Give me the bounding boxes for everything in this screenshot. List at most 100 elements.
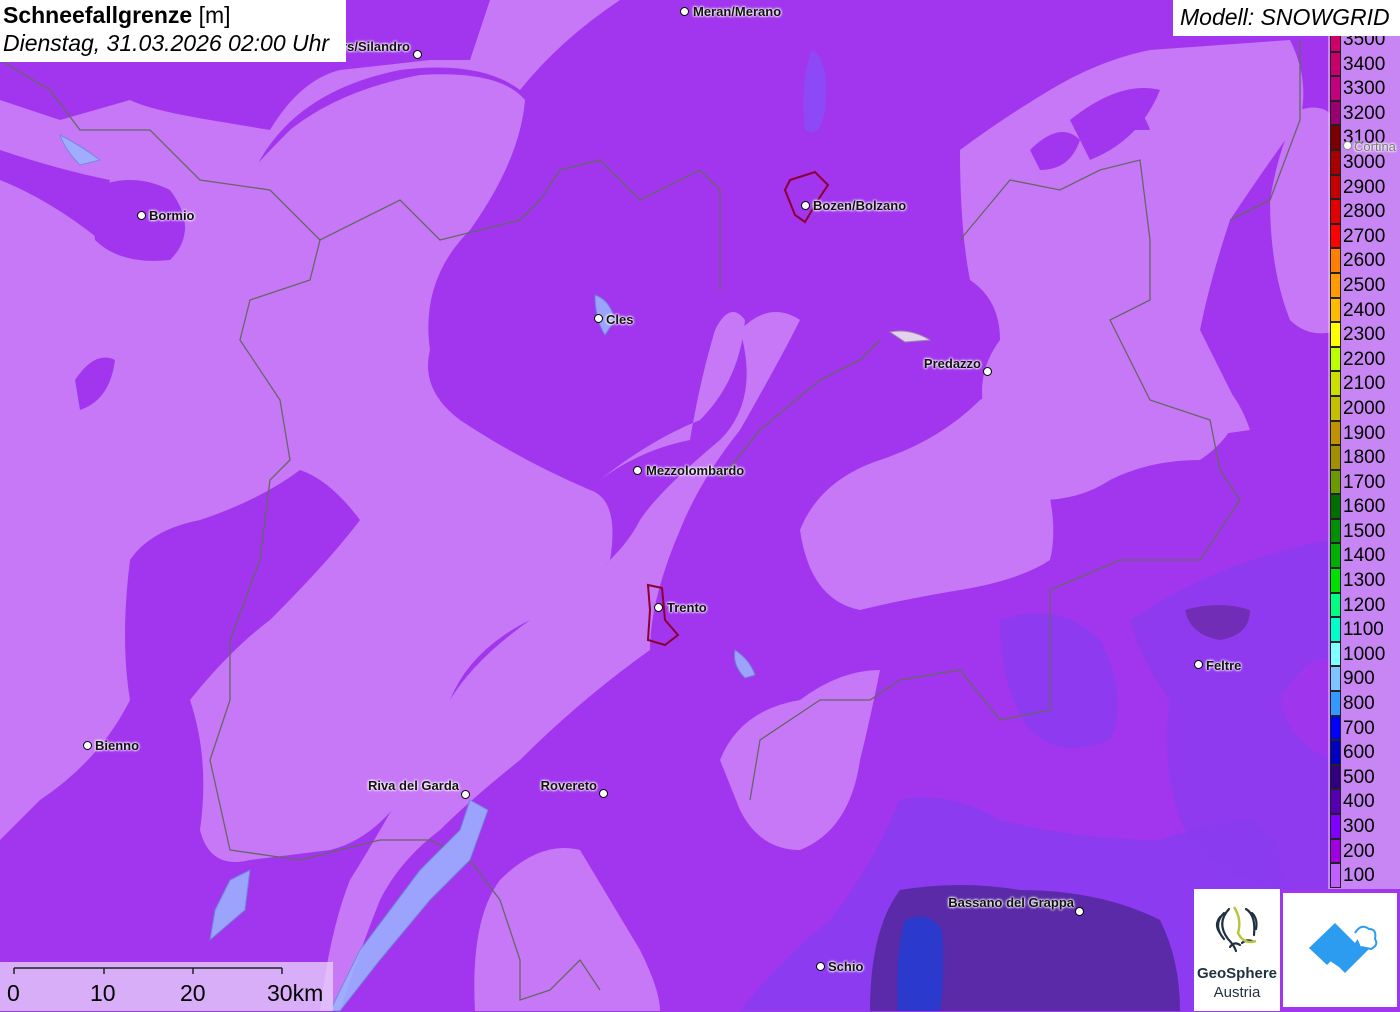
city-dot	[816, 962, 825, 971]
legend-swatch	[1330, 223, 1341, 249]
legend-swatch	[1330, 568, 1341, 593]
city-label-rovereto: Rovereto	[540, 778, 597, 793]
legend-swatch	[1330, 51, 1341, 77]
legend-entry: 600	[1330, 740, 1400, 765]
legend-entry: 1700	[1330, 469, 1400, 495]
legend-value: 2100	[1343, 373, 1386, 395]
legend-value: 3300	[1343, 78, 1386, 100]
legend-entry: 2100	[1330, 371, 1400, 396]
legend-entry: 3400	[1330, 51, 1400, 77]
legend-entry: 2200	[1330, 346, 1400, 372]
legend-value: 3000	[1343, 151, 1386, 173]
legend-swatch	[1330, 764, 1341, 790]
title-box: Schneefallgrenze [m] Dienstag, 31.03.202…	[0, 0, 346, 62]
city-label-bolzano: Bozen/Bolzano	[813, 198, 907, 213]
legend-value: 2400	[1343, 299, 1386, 321]
legend-entry: 300	[1330, 814, 1400, 839]
city-label-merano: Meran/Merano	[693, 4, 782, 19]
city-dot	[1343, 141, 1352, 150]
legend-swatch	[1330, 272, 1341, 298]
legend-entry: 1300	[1330, 568, 1400, 593]
legend-value: 2600	[1343, 250, 1386, 272]
legend-entry: 200	[1330, 838, 1400, 864]
legend-entry: 3200	[1330, 100, 1400, 126]
scale-label: 10	[90, 980, 116, 1006]
legend-entry: 2300	[1330, 322, 1400, 347]
legend-value: 1100	[1343, 619, 1384, 641]
legend-entry: 1000	[1330, 641, 1400, 667]
legend-value: 1500	[1343, 520, 1386, 542]
legend-swatch	[1330, 199, 1341, 224]
city-label-trento: Trento	[667, 600, 707, 615]
legend-value: 1300	[1343, 570, 1386, 592]
legend-entry: 1900	[1330, 420, 1400, 446]
legend-entry: 1200	[1330, 592, 1400, 618]
city-dot	[983, 367, 992, 376]
legend-value: 1000	[1343, 643, 1386, 665]
city-label-riva-del-garda: Riva del Garda	[367, 778, 459, 793]
map-datetime: Dienstag, 31.03.2026 02:00 Uhr	[3, 30, 330, 56]
legend-swatch	[1330, 592, 1341, 618]
legend-swatch	[1330, 641, 1341, 667]
legend-entry: 2500	[1330, 272, 1400, 298]
scale-label: 30km	[267, 980, 324, 1006]
legend-value: 1200	[1343, 594, 1386, 616]
legend-value: 600	[1343, 742, 1375, 764]
legend-swatch	[1330, 617, 1341, 642]
legend-swatch	[1330, 420, 1341, 446]
legend-entry: 1500	[1330, 518, 1400, 544]
city-label-cles: Cles	[606, 312, 634, 327]
legend-swatch	[1330, 543, 1341, 569]
legend-swatch	[1330, 469, 1341, 495]
legend-swatch	[1330, 346, 1341, 372]
legend-value: 800	[1343, 693, 1375, 715]
scale-bar: 0 10 20 30km	[0, 962, 333, 1011]
legend-swatch	[1330, 494, 1341, 519]
city-dot	[801, 201, 810, 210]
city-dot	[413, 50, 422, 59]
city-label-schio: Schio	[828, 959, 864, 974]
legend-entry: 2600	[1330, 248, 1400, 273]
legend-entry: 800	[1330, 691, 1400, 716]
legend-swatch	[1330, 863, 1341, 888]
scale-label: 0	[7, 980, 20, 1006]
geosphere-austria-logo[interactable]: GeoSphere Austria	[1194, 889, 1280, 1011]
legend-entry: 1400	[1330, 543, 1400, 569]
legend-value: 700	[1343, 717, 1375, 739]
city-label-bormio: Bormio	[149, 208, 195, 223]
map-title: Schneefallgrenze [m]	[3, 2, 231, 28]
app-logo[interactable]	[1283, 893, 1397, 1007]
legend-entry: 1800	[1330, 445, 1400, 470]
legend-value: 2000	[1343, 397, 1386, 419]
legend-entry: 100	[1330, 863, 1400, 888]
legend-swatch	[1330, 371, 1341, 396]
legend-swatch	[1330, 814, 1341, 839]
legend-swatch	[1330, 322, 1341, 347]
legend-value: 2300	[1343, 324, 1386, 346]
legend-value: 3400	[1343, 53, 1386, 75]
legend-value: 2200	[1343, 348, 1386, 370]
legend-entry: 500	[1330, 764, 1400, 790]
legend-entry: 1600	[1330, 494, 1400, 519]
legend-swatch	[1330, 838, 1341, 864]
city-label-predazzo: Predazzo	[923, 356, 981, 371]
legend-swatch	[1330, 297, 1341, 323]
legend-entry: 3300	[1330, 76, 1400, 101]
city-dot	[461, 790, 470, 799]
legend-value: 1600	[1343, 496, 1386, 518]
legend-swatch	[1330, 100, 1341, 126]
legend-value: 400	[1343, 791, 1375, 813]
legend-swatch	[1330, 445, 1341, 470]
snowfall-limit-map[interactable]	[0, 0, 1400, 1011]
scale-label: 20	[180, 980, 206, 1006]
city-label-mezzolombardo: Mezzolombardo	[646, 463, 745, 478]
legend-swatch	[1330, 76, 1341, 101]
city-label-feltre: Feltre	[1206, 658, 1242, 673]
city-dot	[1075, 907, 1084, 916]
legend-swatch	[1330, 715, 1341, 741]
city-dot	[599, 789, 608, 798]
city-dot	[633, 466, 642, 475]
legend-value: 3200	[1343, 102, 1386, 124]
city-dot	[83, 741, 92, 750]
legend-value: 2700	[1343, 225, 1386, 247]
